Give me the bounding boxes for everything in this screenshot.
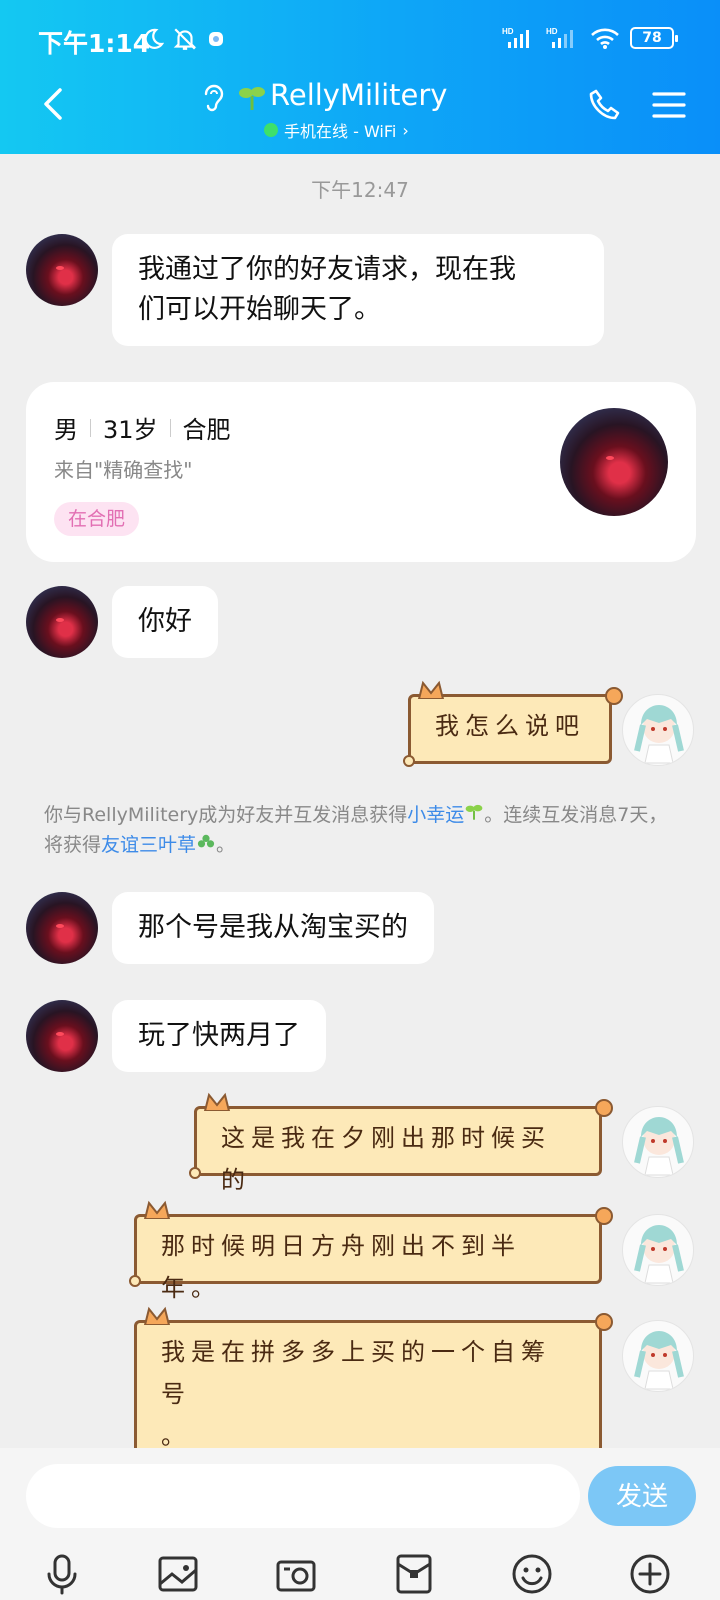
contact-avatar[interactable] xyxy=(26,1000,98,1072)
chat-header: 下午1:14 HD HD 78 RellyMilitery 手机在线 - WiF… xyxy=(0,0,720,154)
my-avatar[interactable] xyxy=(622,694,694,766)
microphone-icon[interactable] xyxy=(40,1552,84,1596)
presence-text: 手机在线 - WiFi xyxy=(284,122,397,141)
own-message-bubble[interactable]: 我怎么说吧 xyxy=(403,680,623,767)
contact-avatar[interactable] xyxy=(26,586,98,658)
signal-icon-2: HD xyxy=(546,27,573,48)
battery-indicator: 78 xyxy=(630,27,678,49)
my-avatar[interactable] xyxy=(622,1320,694,1392)
online-dot-icon xyxy=(264,123,278,137)
profile-age: 31岁 xyxy=(103,416,158,444)
status-time: 下午1:14 xyxy=(38,29,151,58)
my-avatar[interactable] xyxy=(622,1106,694,1178)
phone-call-button[interactable] xyxy=(588,88,622,122)
wifi-icon xyxy=(591,28,619,49)
back-button[interactable] xyxy=(34,84,74,124)
profile-avatar[interactable] xyxy=(560,408,668,516)
profile-city: 合肥 xyxy=(182,416,231,444)
lucky-link[interactable]: 小幸运 xyxy=(407,804,464,826)
location-tag[interactable]: 在合肥 xyxy=(54,502,140,536)
camera-icon[interactable] xyxy=(274,1552,318,1596)
divider xyxy=(169,418,171,437)
sprout-icon xyxy=(239,87,265,110)
contact-name: RellyMilitery xyxy=(270,78,448,112)
profile-card[interactable]: 男 31岁 合肥 来自"精确查找" 在合肥 xyxy=(26,382,696,562)
cat-ear-icon xyxy=(143,1306,171,1325)
signal-icon: HD xyxy=(502,27,529,48)
cat-ear-icon xyxy=(203,1092,231,1111)
anime-girl-avatar-icon xyxy=(634,705,684,764)
own-message-bubble[interactable]: 那时候明日方舟刚出不到半年。 xyxy=(129,1200,613,1302)
message-timestamp: 下午12:47 xyxy=(311,178,409,202)
my-avatar[interactable] xyxy=(622,1214,694,1286)
cat-ear-icon xyxy=(143,1200,171,1219)
sprout-icon xyxy=(465,804,483,820)
image-icon[interactable] xyxy=(156,1552,200,1596)
emoji-icon[interactable] xyxy=(510,1552,554,1596)
clover-icon xyxy=(197,834,215,848)
input-bar: 发送 xyxy=(0,1448,720,1600)
presence-status[interactable]: 手机在线 - WiFi › xyxy=(264,118,409,142)
contact-avatar[interactable] xyxy=(26,234,98,306)
menu-button[interactable] xyxy=(652,90,686,120)
red-packet-icon[interactable] xyxy=(392,1552,436,1596)
anime-girl-avatar-icon xyxy=(634,1225,684,1284)
svg-text:HD: HD xyxy=(502,27,514,36)
status-bar: 下午1:14 HD HD 78 xyxy=(0,0,720,84)
message-bubble[interactable]: 我通过了你的好友请求，现在我 们可以开始聊天了。 xyxy=(112,234,604,346)
message-bubble[interactable]: 玩了快两月了 xyxy=(112,1000,326,1072)
message-bubble[interactable]: 你好 xyxy=(112,586,218,658)
contact-title[interactable]: RellyMilitery 手机在线 - WiFi › xyxy=(200,78,500,142)
send-button[interactable]: 发送 xyxy=(588,1466,696,1526)
chevron-right-icon: › xyxy=(402,120,409,140)
own-message-bubble[interactable]: 我是在拼多多上买的一个自筹号 。 xyxy=(134,1306,613,1450)
bell-off-icon xyxy=(173,28,197,50)
profile-meta: 男 31岁 合肥 xyxy=(54,410,231,445)
anime-girl-avatar-icon xyxy=(634,1331,684,1390)
input-toolbar xyxy=(0,1542,720,1600)
chat-area[interactable]: 下午12:47 我通过了你的好友请求，现在我 们可以开始聊天了。 男 31岁 合… xyxy=(0,154,720,1450)
svg-text:HD: HD xyxy=(546,27,558,36)
profile-source: 来自"精确查找" xyxy=(54,458,193,482)
cat-ear-icon xyxy=(417,680,445,699)
profile-gender: 男 xyxy=(54,416,78,444)
system-message: 你与RellyMilitery成为好友并互发消息获得小幸运 。连续互发消息7天，将… xyxy=(44,804,668,856)
moon-icon xyxy=(144,28,164,49)
message-bubble[interactable]: 那个号是我从淘宝买的 xyxy=(112,892,434,964)
divider xyxy=(90,418,91,437)
clover-link[interactable]: 友谊三叶草 xyxy=(101,834,196,856)
ear-icon xyxy=(204,84,224,112)
contact-avatar[interactable] xyxy=(26,892,98,964)
own-message-bubble[interactable]: 这是我在夕刚出那时候买的 xyxy=(189,1092,613,1194)
message-input[interactable] xyxy=(26,1464,580,1528)
anime-girl-avatar-icon xyxy=(634,1117,684,1176)
plus-icon[interactable] xyxy=(628,1552,672,1596)
app-notification-icon xyxy=(209,32,223,46)
